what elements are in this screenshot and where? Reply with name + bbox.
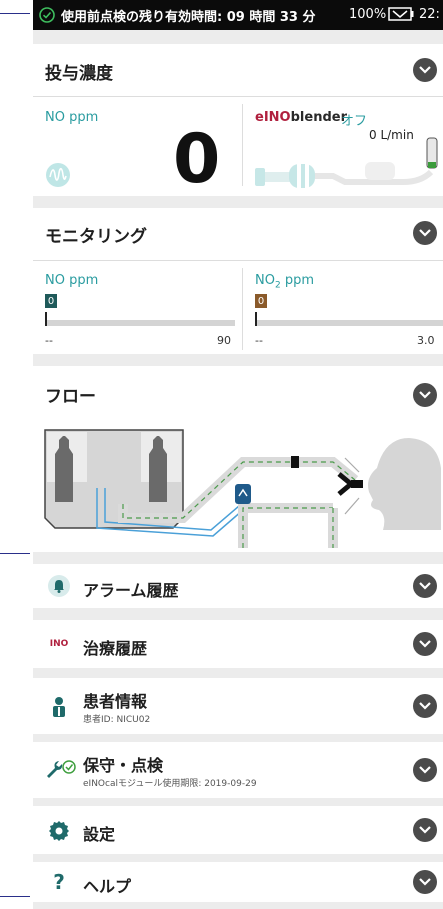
status-bar: 使用前点検の残り有効時間: 09 時間 33 分 100% 22:: [33, 0, 443, 30]
dosing-title: 投与濃度: [45, 64, 113, 84]
no-ppm-label: NO ppm: [45, 273, 99, 288]
no-ppm-label: NO ppm: [45, 110, 99, 125]
help-icon: ?: [53, 870, 65, 894]
no2-ppm-label: NO2 ppm: [255, 273, 315, 291]
gear-icon: [47, 818, 71, 842]
no-value-box: 0: [45, 294, 57, 308]
waveform-icon: [46, 163, 70, 187]
blender-state: オフ: [341, 114, 368, 129]
no2-max: 3.0: [417, 334, 435, 347]
no2-meter-track: [257, 320, 443, 326]
expand-chevron-icon[interactable]: [413, 632, 437, 656]
menu-patient-info[interactable]: 患者情報 患者ID: NICU02: [33, 678, 443, 734]
expand-chevron-icon[interactable]: [413, 221, 437, 245]
no2-value-box: 0: [255, 294, 267, 308]
battery-percent: 100%: [349, 7, 387, 22]
blender-brand: eINOblender: [255, 110, 347, 125]
callout-line-bottom: [0, 896, 30, 897]
menu-therapy-history[interactable]: INO 治療履歴: [33, 620, 443, 668]
monitoring-card: モニタリング NO ppm 0 -- 90 NO2 ppm 0 -- 3.0: [33, 208, 443, 354]
expand-chevron-icon[interactable]: [413, 870, 437, 894]
expand-chevron-icon[interactable]: [413, 758, 437, 782]
ino-icon: INO: [49, 639, 69, 649]
patient-icon: [47, 694, 71, 718]
expand-chevron-icon[interactable]: [413, 694, 437, 718]
wrench-check-icon: [43, 758, 83, 782]
monitoring-title: モニタリング: [45, 227, 147, 247]
flow-card: フロー: [33, 366, 443, 552]
menu-settings[interactable]: 設定: [33, 806, 443, 854]
no-set-value: 0: [173, 120, 221, 199]
check-circle-icon: [39, 7, 55, 23]
no-min: --: [45, 334, 53, 347]
blender-diagram-icon: [255, 137, 438, 188]
pre-use-check-remaining: 使用前点検の残り有効時間: 09 時間 33 分: [61, 9, 316, 25]
menu-maintenance[interactable]: 保守・点検 eINOcalモジュール使用期限: 2019-09-29: [33, 742, 443, 798]
menu-help[interactable]: ? ヘルプ: [33, 862, 443, 902]
menu-alarm-history[interactable]: アラーム履歴: [33, 564, 443, 608]
no-max: 90: [217, 334, 231, 347]
dosing-card: 投与濃度 NO ppm 0 eINOblender オフ 0 L/min: [33, 44, 443, 196]
callout-line-top: [0, 13, 30, 14]
battery-icon: [388, 7, 414, 21]
flow-title: フロー: [45, 387, 96, 407]
expand-chevron-icon[interactable]: [413, 818, 437, 842]
no-meter-track: [47, 320, 235, 326]
bell-icon: [47, 574, 71, 598]
device-screen: 使用前点検の残り有効時間: 09 時間 33 分 100% 22: 投与濃度 N…: [33, 0, 443, 909]
expand-chevron-icon[interactable]: [413, 383, 437, 407]
expand-chevron-icon[interactable]: [413, 58, 437, 82]
expand-chevron-icon[interactable]: [413, 574, 437, 598]
flow-diagram: [44, 429, 441, 548]
no2-min: --: [255, 334, 263, 347]
callout-line-middle: [0, 553, 30, 554]
clock: 22:: [419, 7, 440, 22]
